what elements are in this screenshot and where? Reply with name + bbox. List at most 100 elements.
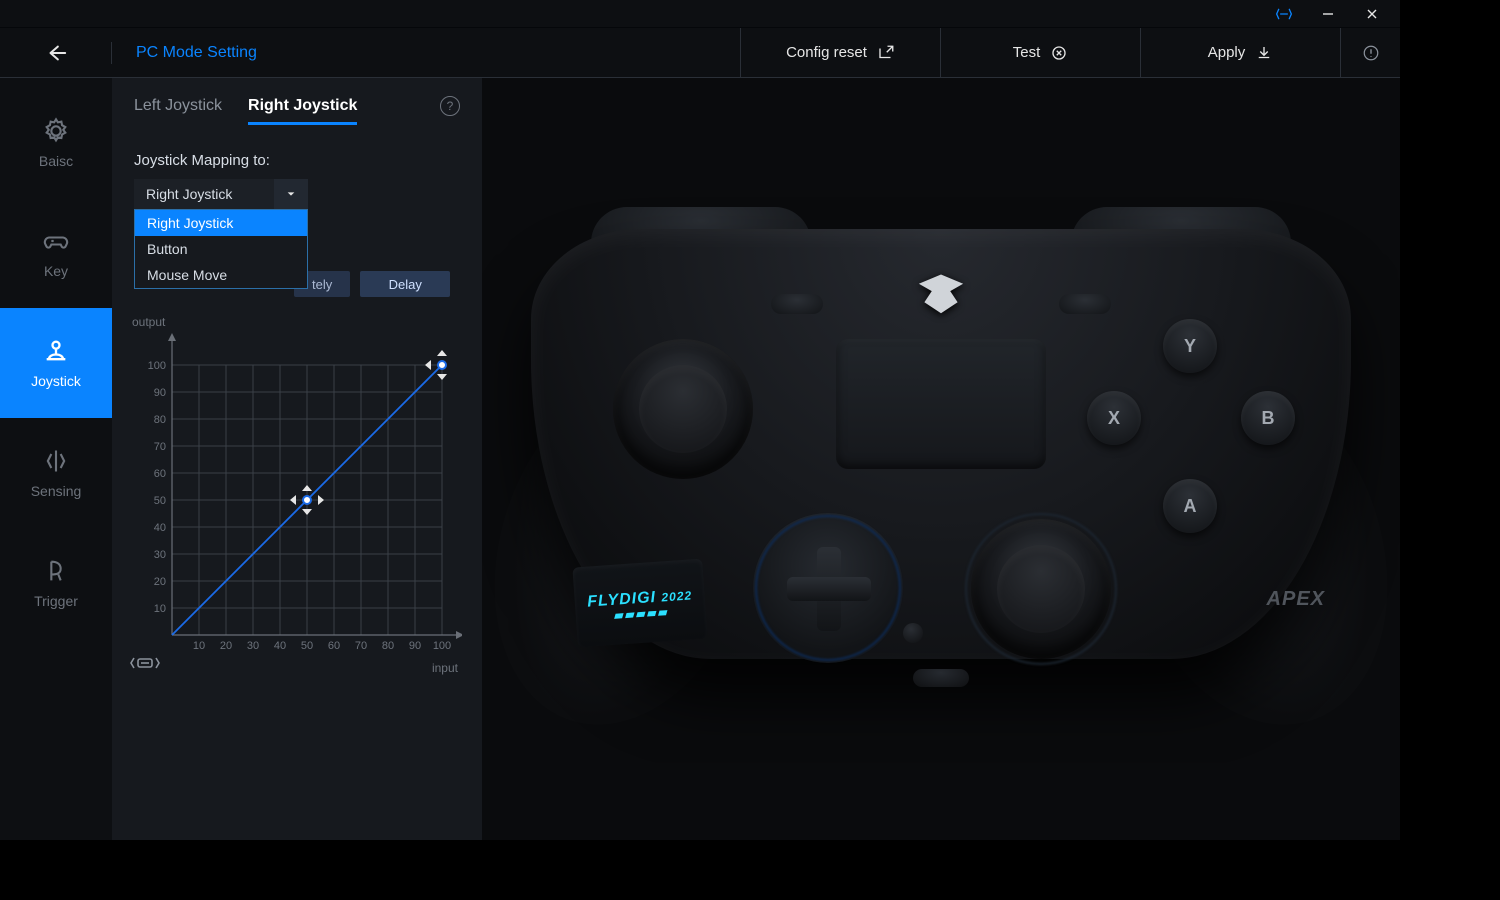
sidebar-label: Trigger — [34, 593, 78, 609]
sidebar: Baisc Key Joystick Sensing Trigger — [0, 78, 112, 840]
svg-text:30: 30 — [247, 640, 259, 652]
mapping-option[interactable]: Right Joystick — [135, 210, 307, 236]
tab-left-joystick[interactable]: Left Joystick — [134, 91, 222, 121]
touchpad — [836, 339, 1046, 469]
menu-button — [1059, 294, 1111, 314]
curve-reset-icon[interactable] — [130, 654, 160, 677]
svg-text:50: 50 — [154, 495, 166, 507]
mapping-dropdown-list: Right Joystick Button Mouse Move — [134, 209, 308, 289]
header-left: PC Mode Setting — [0, 28, 482, 77]
svg-text:90: 90 — [154, 387, 166, 399]
controller: Y B A X — [531, 189, 1351, 729]
mode-title: PC Mode Setting — [112, 44, 482, 62]
mapping-option[interactable]: Mouse Move — [135, 262, 307, 288]
sidebar-item-sensing[interactable]: Sensing — [0, 418, 112, 528]
sidebar-label: Sensing — [31, 483, 82, 499]
svg-text:70: 70 — [154, 441, 166, 453]
warning-circle-icon — [1362, 44, 1380, 62]
back-button[interactable] — [0, 42, 112, 64]
sidebar-item-key[interactable]: Key — [0, 198, 112, 308]
chart-xticks: 10 20 30 40 50 60 70 80 90 100 — [193, 640, 451, 652]
svg-text:100: 100 — [433, 640, 451, 652]
sidebar-label: Baisc — [39, 153, 73, 169]
svg-text:30: 30 — [154, 549, 166, 561]
face-button-x: X — [1087, 391, 1141, 445]
mapping-dropdown-trigger[interactable]: Right Joystick — [134, 179, 308, 209]
expand-icon[interactable] — [1262, 0, 1306, 28]
mapping-selected: Right Joystick — [134, 186, 274, 202]
svg-text:60: 60 — [154, 468, 166, 480]
svg-text:70: 70 — [355, 640, 367, 652]
curve-handle-mid[interactable] — [290, 485, 324, 515]
mapping-label: Joystick Mapping to: — [134, 152, 460, 169]
face-buttons: Y B A X — [1085, 319, 1295, 529]
window-titlebar — [0, 0, 1400, 28]
controller-icon — [42, 227, 70, 255]
curve-chart[interactable]: output — [112, 297, 482, 655]
model-label: APEX — [1267, 588, 1325, 611]
mapping-dropdown[interactable]: Right Joystick Right Joystick Button Mou… — [134, 179, 308, 209]
trigger-icon — [42, 557, 70, 585]
apply-label: Apply — [1208, 44, 1246, 61]
body: Baisc Key Joystick Sensing Trigger — [0, 78, 1400, 840]
chart-yticks: 10 20 30 40 50 60 70 80 90 100 — [148, 360, 166, 615]
right-stick — [971, 519, 1111, 659]
sidebar-item-trigger[interactable]: Trigger — [0, 528, 112, 638]
face-button-a: A — [1163, 479, 1217, 533]
svg-text:10: 10 — [193, 640, 205, 652]
chart-ylabel: output — [132, 315, 165, 329]
display-bars-icon — [615, 610, 667, 619]
svg-text:80: 80 — [382, 640, 394, 652]
face-button-y: Y — [1163, 319, 1217, 373]
display-year: 2022 — [661, 588, 693, 604]
display-brand: FLYDIGI — [587, 588, 657, 610]
svg-text:20: 20 — [220, 640, 232, 652]
test-label: Test — [1013, 44, 1041, 61]
sidebar-item-basic[interactable]: Baisc — [0, 88, 112, 198]
cancel-circle-icon — [1050, 44, 1068, 62]
config-reset-button[interactable]: Config reset — [740, 28, 940, 77]
view-button — [771, 294, 823, 314]
sidebar-label: Joystick — [31, 373, 81, 389]
svg-text:60: 60 — [328, 640, 340, 652]
dpad — [753, 513, 903, 663]
delay-button[interactable]: Delay — [360, 271, 450, 297]
svg-text:50: 50 — [301, 640, 313, 652]
face-button-b: B — [1241, 391, 1295, 445]
chevron-down-icon — [274, 179, 308, 209]
config-reset-label: Config reset — [786, 44, 867, 61]
small-button — [903, 623, 923, 643]
chart-axes — [168, 333, 462, 639]
window: PC Mode Setting Config reset Test Apply … — [0, 0, 1400, 840]
controller-preview: Y B A X — [482, 78, 1400, 840]
export-icon — [877, 44, 895, 62]
close-button[interactable] — [1350, 0, 1394, 28]
download-icon — [1255, 44, 1273, 62]
left-stick — [613, 339, 753, 479]
minimize-button[interactable] — [1306, 0, 1350, 28]
joystick-tabs: Left Joystick Right Joystick ? — [112, 78, 482, 134]
help-icon[interactable]: ? — [440, 96, 460, 116]
config-panel: Left Joystick Right Joystick ? Joystick … — [112, 78, 482, 840]
sidebar-item-joystick[interactable]: Joystick — [0, 308, 112, 418]
svg-text:40: 40 — [274, 640, 286, 652]
test-button[interactable]: Test — [940, 28, 1140, 77]
svg-text:10: 10 — [154, 603, 166, 615]
mapping-block: Joystick Mapping to: Right Joystick Righ… — [112, 134, 482, 297]
chart-xlabel: input — [432, 661, 458, 675]
brand-logo-icon — [913, 269, 969, 322]
svg-text:40: 40 — [154, 522, 166, 534]
motion-icon — [42, 447, 70, 475]
gear-icon — [42, 117, 70, 145]
svg-text:80: 80 — [154, 414, 166, 426]
home-button — [913, 669, 969, 687]
main: Left Joystick Right Joystick ? Joystick … — [112, 78, 1400, 840]
apply-button[interactable]: Apply — [1140, 28, 1340, 77]
tab-right-joystick[interactable]: Right Joystick — [248, 91, 357, 121]
svg-text:20: 20 — [154, 576, 166, 588]
svg-text:90: 90 — [409, 640, 421, 652]
mapping-option[interactable]: Button — [135, 236, 307, 262]
svg-text:100: 100 — [148, 360, 166, 372]
joystick-icon — [42, 337, 70, 365]
info-button[interactable] — [1340, 28, 1400, 77]
